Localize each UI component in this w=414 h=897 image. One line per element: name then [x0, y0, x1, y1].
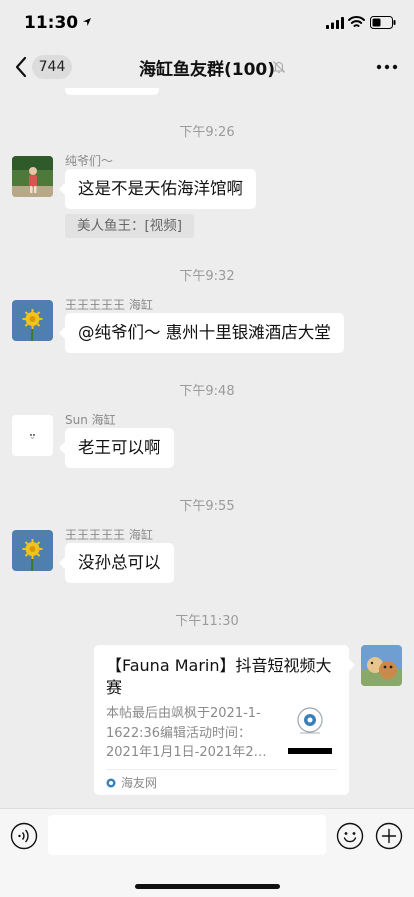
status-time: 11:30: [24, 13, 79, 33]
voice-icon[interactable]: [10, 822, 38, 850]
sender-name: 纯爷们～: [65, 154, 114, 168]
link-card[interactable]: 【Fauna Marin】抖音短视频大赛 本帖最后由飒枫于2021-1- 162…: [94, 645, 355, 795]
sender-name: 王王王王王 海缸: [65, 528, 153, 542]
link-card-divider: [106, 769, 337, 770]
mute-bell-icon: [273, 61, 285, 73]
previous-message-bubble[interactable]: [65, 88, 159, 95]
quoted-message[interactable]: 美人鱼王：[视频]: [65, 214, 195, 238]
message-bubble[interactable]: 这是不是天佑海洋馆啊: [59, 169, 256, 209]
avatar[interactable]: [12, 530, 53, 571]
signal-icon: [326, 17, 344, 29]
location-arrow-icon: [83, 18, 91, 26]
link-card-description: 本帖最后由飒枫于2021-1- 1622:36编辑活动时间： 2021年1月1日…: [106, 704, 278, 764]
link-card-desc-line: 2021年1月1日-2021年2…: [106, 745, 267, 760]
home-indicator: [135, 884, 280, 889]
my-avatar[interactable]: [361, 645, 402, 686]
avatar[interactable]: [12, 415, 53, 456]
emoji-icon[interactable]: [336, 822, 364, 850]
back-chevron-icon[interactable]: [12, 54, 32, 80]
link-card-thumbnail: [282, 700, 338, 756]
timestamp: 下午9:48: [179, 384, 235, 399]
sender-name: 王王王王王 海缸: [65, 298, 153, 312]
timestamp: 下午9:55: [179, 499, 235, 514]
link-card-desc-line: 1622:36编辑活动时间：: [106, 725, 252, 741]
link-card-title: 【Fauna Marin】抖音短视频大赛: [106, 656, 332, 697]
link-card-desc-line: 本帖最后由飒枫于2021-1-: [106, 706, 261, 721]
link-card-source: 海友网: [106, 774, 157, 791]
link-card-source-name: 海友网: [121, 776, 158, 790]
message-bubble[interactable]: @纯爷们～ 惠州十里银滩酒店大堂: [59, 313, 344, 353]
timestamp: 下午9:26: [179, 125, 235, 140]
plus-icon[interactable]: [375, 822, 403, 850]
more-dots-icon[interactable]: [374, 56, 400, 78]
message-input[interactable]: [48, 815, 326, 855]
avatar[interactable]: [12, 300, 53, 341]
timestamp: 下午9:32: [179, 269, 235, 284]
timestamp: 下午11:30: [175, 614, 239, 629]
avatar[interactable]: [12, 156, 53, 197]
sender-name: Sun 海缸: [65, 413, 116, 427]
input-bar: [0, 808, 414, 897]
battery-icon: [370, 16, 396, 29]
status-bar: 11:30: [0, 0, 414, 46]
source-site-icon: [106, 778, 116, 788]
unread-count-badge[interactable]: 744: [32, 55, 72, 79]
message-bubble[interactable]: 没孙总可以: [59, 543, 174, 583]
message-bubble[interactable]: 老王可以啊: [59, 428, 174, 468]
wifi-icon: [348, 16, 365, 27]
message-list[interactable]: 下午9:26 纯爷们～ 这是不是天佑海洋馆啊 美人鱼王：[视频] 下午9:32: [0, 88, 414, 808]
chat-header: 744 海缸鱼友群(100): [0, 46, 414, 88]
